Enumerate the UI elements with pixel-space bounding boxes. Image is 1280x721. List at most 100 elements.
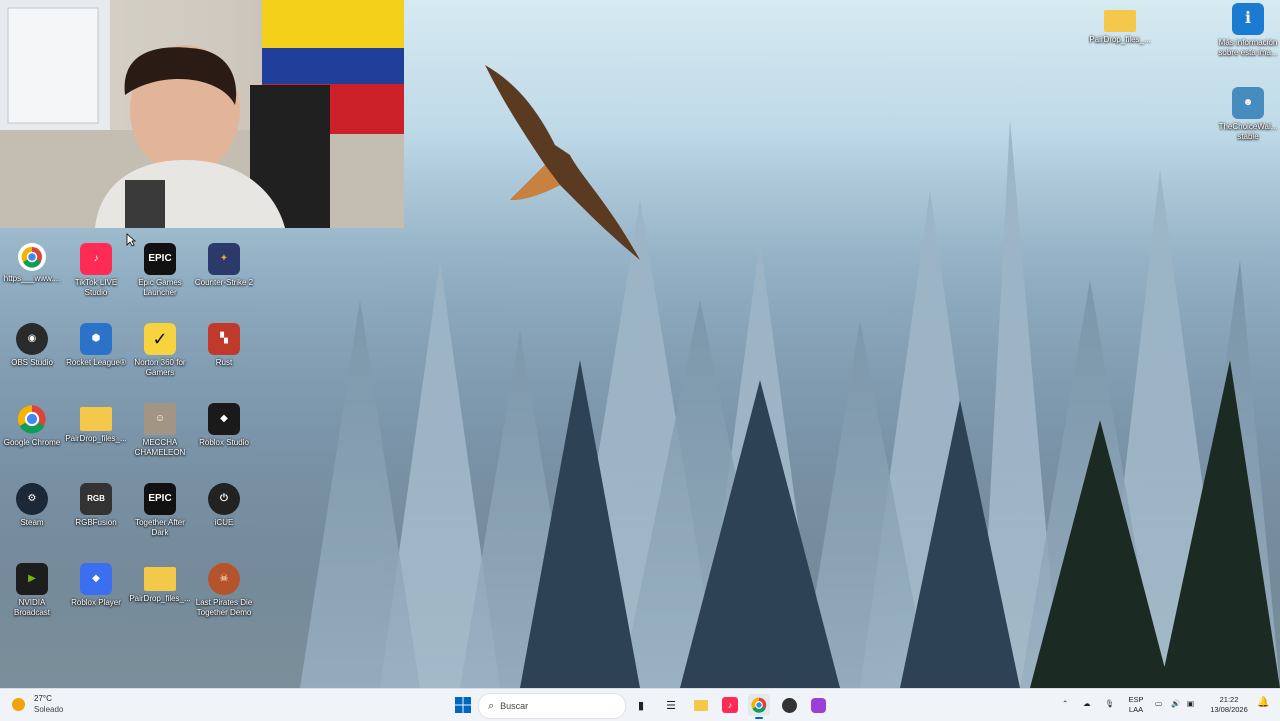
volume-icon[interactable]: 🔊 — [1171, 699, 1180, 709]
tiktok-live-icon: ♪ — [80, 243, 112, 275]
desktop-icon[interactable]: https___www.... — [0, 240, 64, 284]
icon-label: OBS Studio — [11, 358, 53, 367]
task-view-button[interactable]: ▮ — [630, 694, 652, 716]
desktop-icon[interactable]: ◆ Roblox Studio — [192, 400, 256, 448]
rocket-league-icon: ⬢ — [80, 323, 112, 355]
icon-label: Last Pirates Die Together Demo — [195, 598, 253, 617]
counter-strike-icon: ✦ — [208, 243, 240, 275]
widgets-button[interactable]: ☰ — [660, 694, 682, 716]
steam-icon: ⚙ — [16, 483, 48, 515]
desktop-icon[interactable]: ◉ OBS Studio — [0, 320, 64, 368]
microphone-icon[interactable]: 🎙 — [1105, 699, 1115, 709]
onedrive-icon[interactable]: ☁ — [1083, 699, 1091, 709]
desktop-icon[interactable]: ♪ TikTok LIVE Studio — [64, 240, 128, 298]
last-pirates-icon: ☠ — [208, 563, 240, 595]
icon-label: TheChoiceWal... stable — [1218, 122, 1278, 141]
start-button[interactable] — [452, 694, 474, 716]
icon-label: PairDrop_files_... — [1089, 35, 1151, 44]
icue-icon: ⏻ — [208, 483, 240, 515]
weather-condition: Soleado — [34, 705, 64, 714]
desktop-icon[interactable]: ⬢ Rocket League® — [64, 320, 128, 368]
widgets-icon: ☰ — [666, 699, 676, 712]
icon-label: Rocket League® — [66, 358, 126, 367]
taskbar: 27°C Soleado ⌕ Buscar ▮ ☰ ♪ ⌃ ☁ 🎙 ESP LA… — [0, 688, 1280, 721]
desktop-icon[interactable]: ⚙ Steam — [0, 480, 64, 528]
tiktok-icon: ♪ — [722, 697, 738, 713]
google-chrome-icon — [751, 697, 767, 713]
file-explorer-button[interactable] — [690, 694, 712, 716]
desktop-icon[interactable]: ℹ Más información sobre esta ima... — [1216, 0, 1280, 58]
icon-label: Rust — [215, 358, 233, 367]
windows-icon — [455, 697, 471, 713]
clock[interactable]: 21:22 13/08/2026 — [1205, 695, 1253, 715]
icon-label: iCUE — [214, 518, 234, 527]
desktop-icon[interactable]: ☠ Last Pirates Die Together Demo — [192, 560, 256, 618]
desktop-icon[interactable]: EPIC Epic Games Launcher — [128, 240, 192, 298]
icon-label: Más información sobre esta ima... — [1218, 38, 1278, 57]
webcam-overlay — [0, 0, 404, 228]
norton-icon: ✓ — [144, 323, 176, 355]
info-icon: ℹ — [1232, 3, 1264, 35]
icon-label: Norton 360 for Gamers — [134, 358, 186, 377]
desktop-icon[interactable]: ✓ Norton 360 for Gamers — [128, 320, 192, 378]
desktop-icon[interactable]: PairDrop_files_... — [128, 560, 192, 604]
chevron-up-icon[interactable]: ⌃ — [1062, 699, 1068, 709]
obs-icon: ◉ — [16, 323, 48, 355]
icon-label: Roblox Player — [71, 598, 121, 607]
google-chrome-icon — [16, 403, 48, 435]
meccha-chameleon-icon: ☺ — [144, 403, 176, 435]
obs-taskbar-button[interactable] — [778, 694, 800, 716]
folder-icon — [144, 567, 176, 591]
language-line1: ESP — [1128, 695, 1144, 704]
sun-icon — [12, 698, 25, 711]
network-icon[interactable]: ▭ — [1155, 699, 1162, 709]
language-line2: LAA — [1128, 705, 1144, 714]
epic-games-icon: EPIC — [144, 483, 176, 515]
roblox-player-icon: ◆ — [80, 563, 112, 595]
folder-icon — [1104, 10, 1136, 32]
icon-label: Counter-Strike 2 — [194, 278, 254, 287]
folder-icon — [694, 699, 708, 711]
desktop-icon[interactable]: ◆ Roblox Player — [64, 560, 128, 608]
language-indicator[interactable]: ESP LAA — [1124, 695, 1148, 715]
search-icon: ⌕ — [488, 699, 495, 712]
obs-icon — [781, 697, 797, 713]
icon-label: Roblox Studio — [199, 438, 249, 447]
desktop-icon[interactable]: ☺ MECCHA CHAMELEON — [128, 400, 192, 458]
weather-temp: 27°C — [34, 694, 52, 703]
task-view-icon: ▮ — [637, 699, 645, 712]
folder-icon — [80, 407, 112, 431]
desktop-icon[interactable]: ▚ Rust — [192, 320, 256, 368]
weather-widget[interactable]: 27°C Soleado — [10, 693, 90, 717]
desktop-icon[interactable]: ✦ Counter-Strike 2 — [192, 240, 256, 288]
icon-label: TikTok LIVE Studio — [74, 278, 118, 297]
rust-icon: ▚ — [208, 323, 240, 355]
clock-time: 21:22 — [1219, 695, 1239, 704]
icon-label: NVIDIA Broadcast — [13, 598, 51, 617]
icon-label: https___www.... — [3, 274, 61, 283]
desktop-icon[interactable]: ▶ NVIDIA Broadcast — [0, 560, 64, 618]
chrome-taskbar-button[interactable] — [748, 694, 770, 719]
desktop-icon[interactable]: RGB RGBFusion — [64, 480, 128, 528]
desktop-icon[interactable]: ☻ TheChoiceWal... stable — [1216, 84, 1280, 142]
nvidia-broadcast-icon: ▶ — [16, 563, 48, 595]
icon-label: Together After Dark — [135, 518, 185, 537]
icon-label: Epic Games Launcher — [138, 278, 182, 297]
epic-games-icon: EPIC — [144, 243, 176, 275]
desktop-icon[interactable]: Google Chrome — [0, 400, 64, 448]
desktop-icon[interactable]: ⏻ iCUE — [192, 480, 256, 528]
clock-date: 13/08/2026 — [1210, 705, 1248, 714]
desktop-icon[interactable]: PairDrop_files_... — [1088, 4, 1152, 45]
notification-bell-icon[interactable]: 🔔 — [1257, 698, 1269, 708]
tiktok-taskbar-button[interactable]: ♪ — [719, 694, 741, 716]
icon-label: MECCHA CHAMELEON — [134, 438, 186, 457]
icon-label: RGBFusion — [75, 518, 117, 527]
desktop-icon[interactable]: PairDrop_files_... — [64, 400, 128, 444]
battery-icon[interactable]: ▣ — [1187, 699, 1194, 709]
app-taskbar-button[interactable] — [807, 694, 829, 716]
icon-label: Google Chrome — [3, 438, 61, 447]
search-placeholder: Buscar — [500, 701, 529, 711]
app-icon — [810, 697, 826, 713]
taskbar-search[interactable]: ⌕ Buscar — [478, 693, 626, 719]
desktop-icon[interactable]: EPIC Together After Dark — [128, 480, 192, 538]
